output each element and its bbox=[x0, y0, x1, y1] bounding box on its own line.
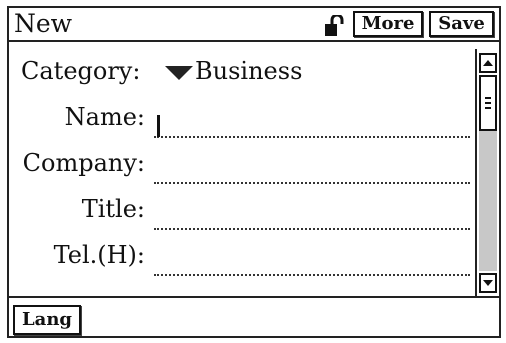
more-button[interactable]: More bbox=[353, 11, 423, 37]
triangle-down-icon[interactable] bbox=[165, 66, 193, 80]
scroll-track[interactable] bbox=[479, 75, 497, 271]
grip-line bbox=[485, 102, 491, 104]
title-label: Title: bbox=[81, 195, 145, 223]
vertical-scrollbar[interactable] bbox=[475, 49, 499, 297]
scroll-down-button[interactable] bbox=[479, 273, 497, 293]
save-button[interactable]: Save bbox=[429, 11, 494, 37]
name-label: Name: bbox=[64, 103, 145, 131]
category-dropdown[interactable]: Business bbox=[195, 56, 302, 86]
window-title: New bbox=[14, 9, 73, 38]
company-label: Company: bbox=[22, 149, 145, 177]
tel-home-label: Tel.(H): bbox=[53, 241, 145, 269]
arrow-down-icon bbox=[483, 280, 493, 286]
bottom-bar: Lang bbox=[9, 296, 499, 336]
grip-line bbox=[485, 107, 491, 109]
tel-home-field[interactable] bbox=[154, 250, 470, 276]
category-label: Category: bbox=[21, 57, 141, 85]
title-field[interactable] bbox=[154, 204, 470, 230]
company-field[interactable] bbox=[154, 158, 470, 184]
form-area: Category: Business Name: Company: Title:… bbox=[9, 42, 475, 296]
lang-button[interactable]: Lang bbox=[13, 305, 81, 335]
arrow-up-icon bbox=[483, 60, 493, 66]
scroll-up-button[interactable] bbox=[479, 53, 497, 73]
unlocked-padlock-icon[interactable] bbox=[324, 15, 346, 37]
app-window: New More Save Category: Business Name: C… bbox=[7, 6, 501, 338]
name-field[interactable] bbox=[154, 112, 470, 138]
text-cursor bbox=[157, 115, 160, 137]
grip-line bbox=[485, 97, 491, 99]
scroll-thumb[interactable] bbox=[479, 75, 497, 131]
title-bar: New More Save bbox=[9, 8, 499, 42]
